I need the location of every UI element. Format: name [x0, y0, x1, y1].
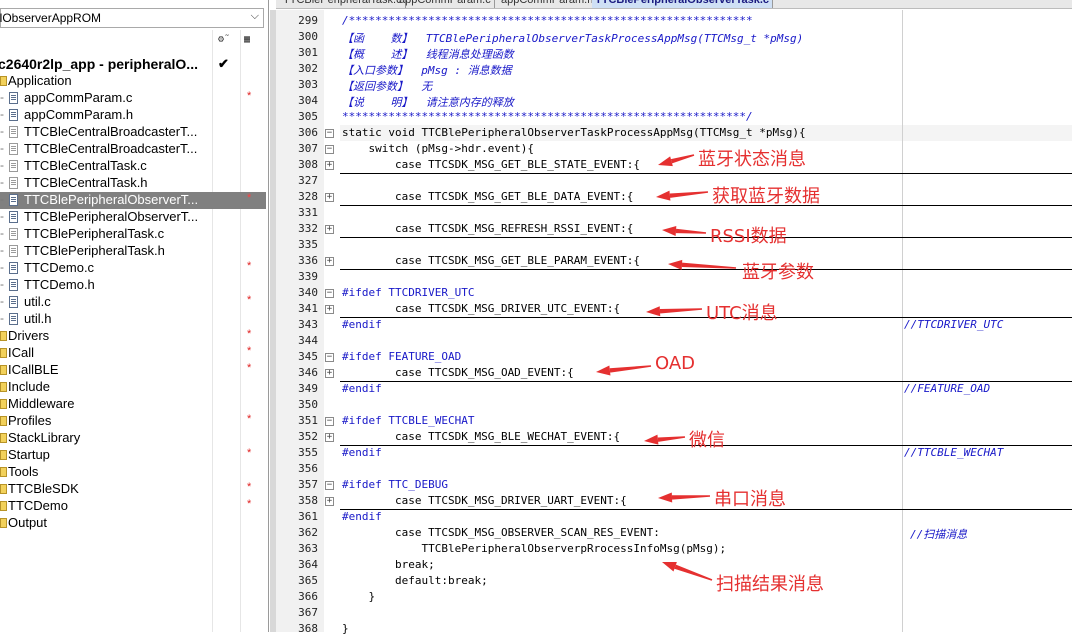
annotation-arrows	[596, 154, 737, 581]
annotation-label: OAD	[655, 353, 696, 374]
arrow-head-icon	[596, 365, 611, 376]
annotation-label: 蓝牙状态消息	[698, 149, 806, 170]
arrow-head-icon	[658, 492, 673, 503]
arrow-shaft	[675, 228, 707, 234]
arrow-shaft	[609, 365, 652, 373]
annotation-label: RSSI数据	[710, 226, 787, 247]
annotation-label: 蓝牙参数	[742, 262, 814, 283]
arrow-shaft	[669, 191, 709, 198]
annotation-label: 扫描结果消息	[716, 574, 824, 595]
arrow-head-icon	[658, 156, 673, 167]
annotation-label: 串口消息	[714, 489, 786, 510]
arrow-shaft	[681, 262, 737, 269]
arrow-head-icon	[646, 306, 661, 317]
annotation-label: 获取蓝牙数据	[712, 186, 820, 207]
arrow-shaft	[670, 154, 695, 164]
arrow-shaft	[674, 564, 713, 581]
annotation-label: 微信	[689, 430, 725, 451]
arrow-shaft	[671, 495, 711, 500]
arrow-head-icon	[668, 259, 683, 270]
arrow-head-icon	[656, 190, 671, 201]
arrow-shaft	[657, 436, 686, 442]
arrow-shaft	[659, 308, 703, 314]
arrow-head-icon	[662, 562, 677, 572]
annotation-label: UTC消息	[706, 303, 778, 324]
arrow-head-icon	[662, 225, 677, 236]
arrow-head-icon	[644, 434, 659, 445]
